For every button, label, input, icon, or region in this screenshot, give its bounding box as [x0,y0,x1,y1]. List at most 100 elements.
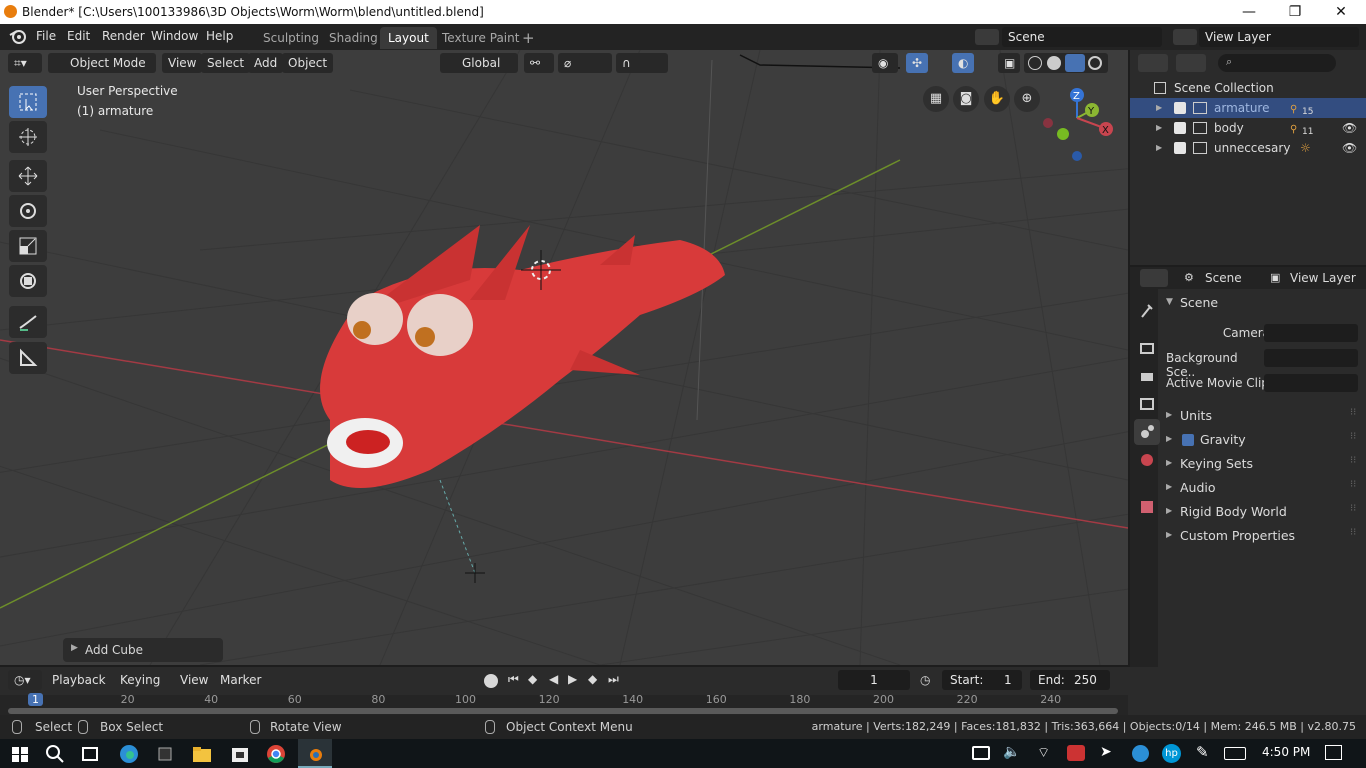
drag-handle-icon[interactable]: ⁝⁝ [1350,479,1356,490]
tab-shading[interactable]: Shading [321,27,386,49]
timeline-scrollbar[interactable] [8,708,1118,714]
disclosure-icon[interactable]: ▶ [1156,138,1162,158]
select-box-tool[interactable] [9,86,47,118]
start-frame-field[interactable]: Start: 1 [942,670,1022,690]
maximize-button[interactable]: ❐ [1272,2,1318,22]
subpanel-audio[interactable]: ▶ Audio ⁝⁝ [1160,477,1366,499]
display-mode-icon[interactable] [1176,54,1206,72]
viewport-menu-select[interactable]: Select [201,53,251,73]
exclude-checkbox[interactable] [1174,142,1186,154]
xray-icon[interactable]: ▣ [998,53,1020,73]
outliner-editor-type-icon[interactable] [1138,54,1168,72]
menu-edit[interactable]: Edit [67,29,90,43]
tray-edge-icon[interactable] [1132,745,1149,762]
tray-send-icon[interactable]: ➤ [1100,744,1112,760]
menu-render[interactable]: Render [102,29,145,43]
camera-view-icon[interactable]: ◙ [953,86,979,112]
drag-handle-icon[interactable]: ⁝⁝ [1350,503,1356,514]
play-reverse-icon[interactable]: ◀ [549,672,558,686]
search-icon[interactable] [43,742,67,766]
prev-keyframe-icon[interactable]: ◆ [528,672,537,686]
rotate-tool[interactable] [9,195,47,227]
timeline-menu-marker[interactable]: Marker [214,670,267,690]
tray-app-icon[interactable] [1067,745,1085,761]
pen-icon[interactable]: ✎ [1196,743,1209,761]
scene-tab-icon[interactable] [1134,419,1160,445]
add-workspace-button[interactable]: + [514,27,543,49]
last-operator-panel[interactable]: ▶ Add Cube [63,638,223,662]
gravity-checkbox[interactable] [1182,434,1194,446]
record-button[interactable] [484,674,498,688]
drag-handle-icon[interactable]: ⁝⁝ [1350,407,1356,418]
world-tab-icon[interactable] [1134,447,1160,473]
pan-view-icon[interactable]: ✋ [984,86,1010,112]
timeline-editor-type-icon[interactable]: ◷▾ [8,670,42,690]
disclosure-icon[interactable]: ▶ [1156,118,1162,138]
drag-handle-icon[interactable]: ⁝⁝ [1350,455,1356,466]
output-tab-icon[interactable] [1134,363,1160,389]
gizmo-neg-z-handle[interactable] [1072,151,1082,161]
close-button[interactable]: ✕ [1318,2,1364,22]
battery-icon[interactable] [972,746,990,760]
subpanel-keying-sets[interactable]: ▶ Keying Sets ⁝⁝ [1160,453,1366,475]
subpanel-units[interactable]: ▶ Units ⁝⁝ [1160,405,1366,427]
properties-editor-type-icon[interactable] [1140,269,1168,287]
move-tool[interactable] [9,160,47,192]
eye-icon[interactable]: 👁 [1342,118,1357,138]
eye-icon[interactable]: 👁 [1342,138,1357,158]
file-explorer-icon[interactable] [190,742,214,766]
gizmo-toggle-icon[interactable]: ✣ [906,53,928,73]
scene-panel-title[interactable]: Scene [1180,295,1218,310]
jump-end-icon[interactable]: ⏭ [608,672,619,687]
menu-file[interactable]: File [36,29,56,43]
timeline-menu-view[interactable]: View [174,670,214,690]
gizmo-neg-x-handle[interactable] [1043,118,1053,128]
menu-help[interactable]: Help [206,29,233,43]
playhead[interactable]: 1 [28,693,43,706]
exclude-checkbox[interactable] [1174,102,1186,114]
navigation-gizmo[interactable]: Z Y X [1038,86,1120,166]
outliner-search-input[interactable] [1218,54,1336,72]
property-field[interactable] [1264,349,1358,367]
store-icon[interactable] [228,742,252,766]
subpanel-custom-properties[interactable]: ▶ Custom Properties ⁝⁝ [1160,525,1366,547]
scene-selector[interactable]: Scene [1002,27,1162,47]
edge-icon[interactable] [117,742,141,766]
mode-selector[interactable]: Object Mode [48,53,156,73]
viewport-menu-view[interactable]: View [162,53,203,73]
timeline-menu-playback[interactable]: Playback [46,670,112,690]
tab-layout[interactable]: Layout [380,27,437,49]
gizmo-neg-y-handle[interactable] [1057,128,1069,140]
wifi-icon[interactable]: ⌔ [1037,744,1050,762]
scene-browse-icon[interactable] [975,29,999,45]
view-layer-browse-icon[interactable] [1173,29,1197,45]
outliner-row-body[interactable]: ▶ body ⚲ 11 👁 [1130,118,1366,138]
scale-tool[interactable] [9,230,47,262]
hp-icon[interactable]: hp [1162,744,1181,763]
timeline-menu-keying[interactable]: Keying [114,670,166,690]
end-frame-field[interactable]: End: 250 [1030,670,1110,690]
wireframe-shading-icon[interactable] [1028,56,1042,70]
zoom-view-icon[interactable]: ⊕ [1014,86,1040,112]
menu-window[interactable]: Window [151,29,198,43]
current-frame-field[interactable]: 1 [838,670,910,690]
texture-tab-icon[interactable] [1134,494,1160,520]
scene-collection-row[interactable]: Scene Collection [1130,78,1366,98]
next-keyframe-icon[interactable]: ◆ [588,672,597,686]
subpanel-gravity[interactable]: ▶ Gravity ⁝⁝ [1160,429,1366,451]
3d-viewport[interactable] [0,50,1128,665]
snap-icon[interactable]: ⌀ [558,53,612,73]
windows-start-icon[interactable] [8,742,32,766]
material-shading-icon[interactable] [1065,54,1085,72]
viewport-menu-add[interactable]: Add [248,53,284,73]
view-layer-tab-icon[interactable] [1134,391,1160,417]
blender-menu-icon[interactable] [9,28,27,44]
exclude-checkbox[interactable] [1174,122,1186,134]
property-field[interactable] [1264,324,1358,342]
cursor-tool[interactable] [9,121,47,153]
drag-handle-icon[interactable]: ⁝⁝ [1350,527,1356,538]
subpanel-rigid-body-world[interactable]: ▶ Rigid Body World ⁝⁝ [1160,501,1366,523]
transform-tool[interactable] [9,265,47,297]
solid-shading-icon[interactable] [1047,56,1061,70]
view-layer-selector[interactable]: View Layer [1199,27,1359,47]
